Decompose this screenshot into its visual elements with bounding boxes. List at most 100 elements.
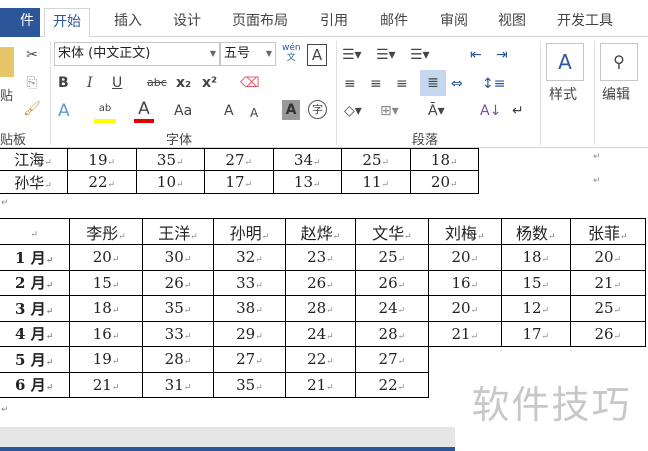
tab-file[interactable]: 件 [0, 8, 40, 37]
table-cell[interactable]: 15↵ [501, 269, 571, 296]
numbering-icon[interactable]: ☰▾ [376, 45, 396, 65]
change-case-button[interactable]: Aa [174, 101, 192, 121]
table-cell[interactable]: 18↵ [501, 244, 571, 271]
table-cell[interactable]: 34↵ [272, 148, 342, 171]
copy-icon[interactable]: ⎘ [22, 73, 42, 93]
table-cell[interactable]: 10↵ [135, 170, 205, 194]
strikethrough-button[interactable]: abc [147, 73, 167, 93]
align-center-icon[interactable]: ≡ [370, 74, 382, 94]
subscript-button[interactable]: x₂ [176, 73, 191, 93]
character-border-button[interactable]: A [307, 44, 327, 66]
text-effects-icon[interactable]: A [58, 101, 70, 121]
table-cell[interactable]: 11↵ [341, 170, 411, 194]
table-cell[interactable]: 38↵ [213, 295, 286, 322]
editing-button[interactable]: 编辑 [602, 85, 630, 105]
table-cell[interactable]: 21↵ [284, 371, 357, 398]
italic-button[interactable]: I [87, 73, 93, 93]
column-header-cell[interactable]: 赵烨↵ [284, 218, 357, 245]
enclose-characters-icon[interactable]: 字 [308, 100, 327, 119]
row-header-cell[interactable]: 孙华↵ [0, 170, 68, 194]
table-cell[interactable]: 31↵ [141, 371, 215, 398]
column-header-cell[interactable]: 孙明↵ [213, 218, 286, 245]
table-cell[interactable]: 16↵ [69, 320, 143, 347]
table-cell[interactable]: 21↵ [427, 320, 503, 347]
bullets-icon[interactable]: ☰▾ [342, 45, 362, 65]
column-header-cell[interactable]: 杨数↵ [501, 218, 571, 245]
tab-design[interactable]: 设计 [165, 8, 209, 37]
shading-icon[interactable]: ◇▾ [344, 101, 362, 121]
table-cell[interactable]: 25↵ [355, 244, 429, 271]
table-cell[interactable]: 29↵ [213, 320, 286, 347]
tab-home[interactable]: 开始 [44, 8, 90, 38]
table-cell[interactable]: 28↵ [355, 320, 429, 347]
character-shading-icon[interactable]: A [282, 100, 300, 120]
column-header-cell[interactable]: 文华↵ [355, 218, 429, 245]
bold-button[interactable]: B [58, 73, 69, 93]
show-marks-icon[interactable]: ↵ [512, 101, 524, 121]
table-cell[interactable]: 18↵ [69, 295, 143, 322]
row-header-cell[interactable]: 江海↵ [0, 148, 68, 171]
decrease-indent-icon[interactable]: ⇤ [470, 45, 482, 65]
align-left-icon[interactable]: ≡ [344, 74, 356, 94]
table-cell[interactable]: 13↵ [272, 170, 342, 194]
table-cell[interactable]: 20↵ [427, 295, 503, 322]
table-cell[interactable]: 19↵ [69, 346, 143, 373]
row-header-cell[interactable]: 5 月↵ [0, 346, 71, 373]
table-cell[interactable]: 22↵ [284, 346, 357, 373]
table-cell[interactable]: 33↵ [213, 269, 286, 296]
table-cell[interactable]: 33↵ [141, 320, 215, 347]
paste-label[interactable]: 贴 [0, 87, 13, 107]
row-header-cell[interactable]: 1 月↵ [0, 244, 71, 271]
row-header-cell[interactable]: 3 月↵ [0, 295, 71, 322]
borders-icon[interactable]: ⊞▾ [380, 101, 399, 121]
phonetic-guide-button[interactable]: wén 文 [282, 43, 301, 63]
table-cell[interactable]: 32↵ [213, 244, 286, 271]
clear-formatting-icon[interactable]: ⌫ [240, 73, 260, 93]
table-cell[interactable]: 15↵ [69, 269, 143, 296]
tab-layout[interactable]: 页面布局 [224, 8, 296, 37]
cut-icon[interactable]: ✂ [22, 45, 42, 65]
tab-developer[interactable]: 开发工具 [549, 8, 621, 37]
distributed-icon[interactable]: ⇔ [451, 74, 463, 94]
table-cell[interactable]: 22↵ [355, 371, 429, 398]
table-cell[interactable]: 25↵ [341, 148, 411, 171]
increase-indent-icon[interactable]: ⇥ [496, 45, 508, 65]
table-cell[interactable]: 26↵ [284, 269, 357, 296]
row-header-cell[interactable]: 6 月↵ [0, 371, 71, 398]
table-cell[interactable]: 27↵ [213, 346, 286, 373]
table-cell[interactable]: 16↵ [427, 269, 503, 296]
table-cell[interactable]: 21↵ [69, 371, 143, 398]
column-header-cell[interactable]: 王洋↵ [141, 218, 215, 245]
table-cell[interactable]: 19↵ [67, 148, 137, 171]
underline-button[interactable]: U [112, 73, 122, 93]
find-binoculars-icon[interactable]: ⚲ [600, 43, 638, 81]
format-painter-icon[interactable]: 🖌 [22, 99, 42, 119]
align-right-icon[interactable]: ≡ [396, 74, 408, 94]
row-header-cell[interactable]: 4 月↵ [0, 320, 71, 347]
font-size-dropdown[interactable]: 五号 ▼ [220, 42, 276, 66]
table-cell[interactable]: 20↵ [569, 244, 647, 271]
styles-icon[interactable]: A [546, 43, 584, 81]
chinese-layout-icon[interactable]: Ā▾ [428, 101, 445, 121]
paste-icon[interactable] [0, 47, 14, 77]
shrink-font-button[interactable]: A [250, 103, 258, 123]
column-header-cell[interactable]: ↵ [0, 218, 71, 245]
justify-icon[interactable]: ≣ [420, 70, 446, 96]
sort-icon[interactable]: A↓ [480, 101, 501, 121]
table-cell[interactable]: 24↵ [355, 295, 429, 322]
styles-button[interactable]: 样式 [549, 85, 577, 105]
table-cell[interactable]: 24↵ [284, 320, 357, 347]
table-cell[interactable]: 26↵ [569, 320, 647, 347]
table-cell[interactable]: 22↵ [67, 170, 137, 194]
font-color-icon[interactable]: A [134, 99, 154, 123]
font-name-dropdown[interactable]: 宋体 (中文正文) ▼ [54, 42, 220, 66]
table-cell[interactable]: 17↵ [204, 170, 274, 194]
table-cell[interactable]: 28↵ [141, 346, 215, 373]
row-header-cell[interactable]: 2 月↵ [0, 269, 71, 296]
table-cell[interactable]: 20↵ [409, 170, 479, 194]
table-cell[interactable]: 35↵ [135, 148, 205, 171]
tab-insert[interactable]: 插入 [106, 8, 150, 37]
table-cell[interactable]: 26↵ [355, 269, 429, 296]
column-header-cell[interactable]: 李彤↵ [69, 218, 143, 245]
table-cell[interactable]: 30↵ [141, 244, 215, 271]
